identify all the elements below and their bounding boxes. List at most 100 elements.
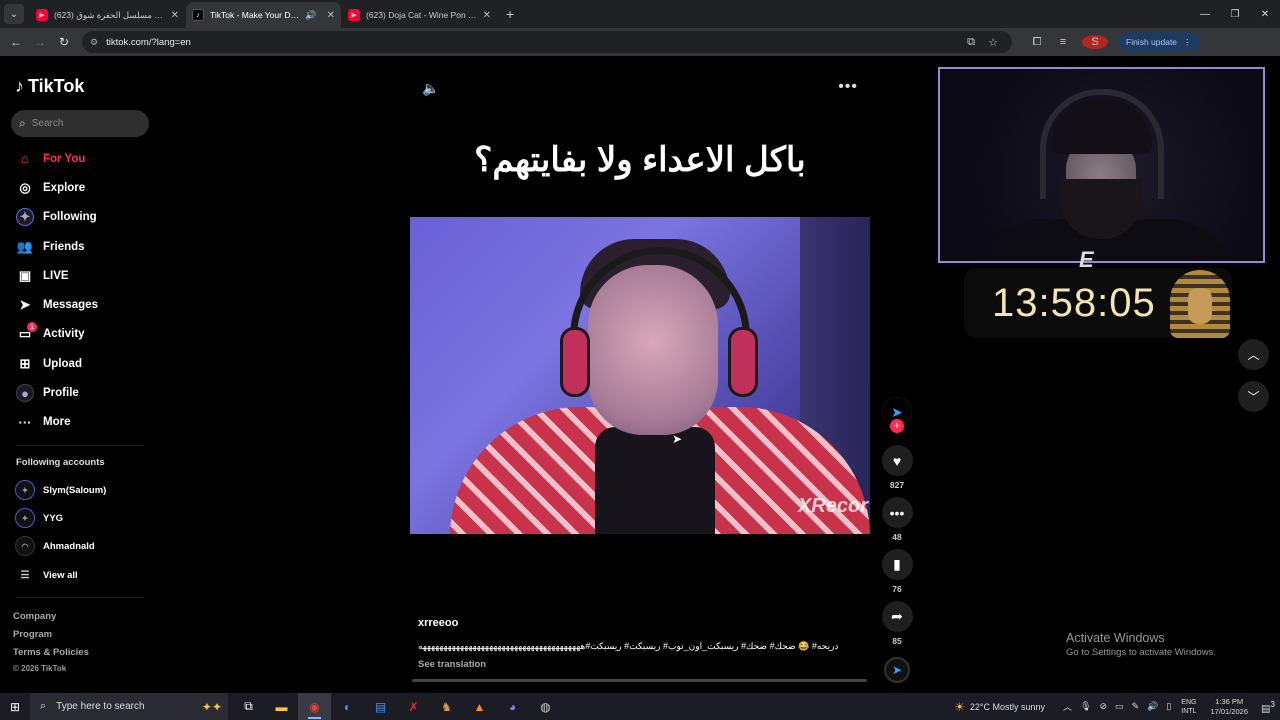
search-icon: ⌕ <box>40 700 47 712</box>
finish-update-button[interactable]: Finish update ⋮ <box>1118 32 1200 52</box>
taskbar-search-placeholder: Type here to search <box>56 701 145 712</box>
nav-friends[interactable]: 👥 Friends <box>16 232 156 261</box>
see-translation-link[interactable]: See translation <box>418 659 486 670</box>
bookmark-star-icon[interactable]: ☆ <box>982 36 1004 49</box>
game-icon[interactable]: ♞ <box>430 693 463 720</box>
tiktok-icon: ♪ <box>192 9 204 21</box>
youtube-icon: ▶ <box>348 9 360 21</box>
kebab-menu-icon[interactable]: ⋮ <box>1183 37 1192 48</box>
comment-button[interactable]: ••• 48 <box>881 497 913 542</box>
app-orange-icon[interactable]: ▲ <box>463 693 496 720</box>
save-button[interactable]: ▮ 76 <box>881 549 913 594</box>
forward-icon[interactable]: → <box>28 35 52 49</box>
extensions-icon[interactable]: ⧠ <box>1024 36 1050 49</box>
browser-tab-active[interactable]: ♪ TikTok - Make Your Day 🔊 ✕ <box>186 2 341 28</box>
nav-messages[interactable]: ➤ Messages <box>16 290 156 319</box>
bookmark-icon: ▮ <box>881 549 913 580</box>
share-button[interactable]: ➦ 85 <box>881 601 913 646</box>
video-progress-bar[interactable] <box>412 679 867 682</box>
more-options-icon[interactable]: ••• <box>838 78 858 96</box>
clock-date[interactable]: 1:36 PM 17/01/2026 <box>1210 697 1248 717</box>
discord-icon[interactable]: ◕ <box>496 693 529 720</box>
tray-chevron-icon[interactable]: ︿ <box>1063 700 1072 713</box>
back-icon[interactable]: ← <box>4 35 28 49</box>
app-red-icon[interactable]: ✗ <box>397 693 430 720</box>
weather-widget[interactable]: ☀ 22°C Mostly sunny <box>954 700 1045 714</box>
browser-tab[interactable]: ▶ (623) Doja Cat - Wine Pon You ✕ <box>342 2 497 28</box>
like-button[interactable]: ♥ 827 <box>881 445 913 490</box>
nav-explore[interactable]: ◎ Explore <box>16 173 156 202</box>
volume-icon[interactable]: 🔈 <box>422 80 439 97</box>
microphone-icon[interactable]: 🎙 <box>1080 701 1091 712</box>
tiktok-logo[interactable]: ♪ TikTok <box>15 76 84 97</box>
view-all-link[interactable]: ☰ View all <box>15 563 155 587</box>
share-count: 85 <box>892 636 902 646</box>
nav-for-you[interactable]: ⌂ For You <box>16 144 156 173</box>
following-account[interactable]: ✦ Slym(Saloum) <box>15 478 155 502</box>
mouse-cursor-icon: ➤ <box>672 432 683 446</box>
search-input[interactable]: ⌕ Search <box>11 110 149 137</box>
music-disc-icon[interactable]: ➤ <box>884 657 910 683</box>
close-window-icon[interactable]: ✕ <box>1250 0 1280 28</box>
next-video-button[interactable]: ﹀ <box>1238 381 1269 412</box>
close-tab-icon[interactable]: ✕ <box>483 10 491 21</box>
footer-company[interactable]: Company <box>13 611 56 622</box>
display-icon[interactable]: ▭ <box>1115 701 1124 712</box>
nav-upload[interactable]: ⊞ Upload <box>16 349 156 378</box>
windows-start-icon[interactable]: ⊞ <box>0 700 30 714</box>
following-account[interactable]: ◠ Ahmadnald <box>15 534 155 558</box>
obs-icon[interactable]: ◍ <box>529 693 562 720</box>
following-account[interactable]: ✦ YYG <box>15 506 155 530</box>
follow-plus-icon[interactable]: + <box>890 419 904 433</box>
notifications-icon[interactable]: ▤3 <box>1256 699 1280 714</box>
video-player[interactable]: XRecor <box>410 217 870 534</box>
install-app-icon[interactable]: ⧉ <box>960 36 982 49</box>
app-window-icon[interactable]: ▤ <box>364 693 397 720</box>
edge-icon[interactable]: ◐ <box>331 693 364 720</box>
share-arrow-icon: ➦ <box>881 601 913 632</box>
nav-following[interactable]: ✦ Following <box>16 203 156 232</box>
media-controls-icon[interactable]: ≡ <box>1050 36 1076 48</box>
nav-activity[interactable]: ▭ 1 Activity <box>16 320 156 349</box>
nav-live[interactable]: ▣ LIVE <box>16 261 156 290</box>
nav-label: Upload <box>43 357 82 370</box>
new-tab-icon[interactable]: + <box>506 6 514 22</box>
reload-icon[interactable]: ↻ <box>52 35 76 49</box>
speaker-icon[interactable]: 🔊 <box>305 10 316 21</box>
footer-terms[interactable]: Terms & Policies <box>13 647 89 658</box>
language-indicator[interactable]: ENG INTL <box>1181 698 1196 716</box>
nav-profile[interactable]: ● Profile <box>16 378 156 407</box>
profile-avatar-icon[interactable]: S <box>1082 35 1108 49</box>
chevron-up-icon: ︿ <box>1247 348 1260 362</box>
volume-icon[interactable]: 🔊 <box>1147 701 1158 712</box>
site-info-icon[interactable]: ⚙ <box>90 37 98 48</box>
video-author[interactable]: xrreeoo <box>418 617 458 629</box>
task-view-icon[interactable]: ⧉ <box>232 693 265 720</box>
clock-logo: E <box>1079 247 1094 272</box>
tab-search-button[interactable]: ⌄ <box>4 4 24 24</box>
nav-more[interactable]: ··· More <box>16 408 156 437</box>
close-tab-icon[interactable]: ✕ <box>171 10 179 21</box>
account-avatar: ✦ <box>15 480 35 500</box>
previous-video-button[interactable]: ︿ <box>1238 339 1269 370</box>
chrome-icon[interactable]: ◉ <box>298 693 331 720</box>
restore-icon[interactable]: ❐ <box>1220 0 1250 28</box>
taskbar-search[interactable]: ⌕ Type here to search ✦✦ <box>30 693 228 720</box>
file-explorer-icon[interactable]: ▬ <box>265 693 298 720</box>
account-avatar: ✦ <box>15 508 35 528</box>
footer-program[interactable]: Program <box>13 629 52 640</box>
browser-tab[interactable]: ▶ (623) اغنية مسلسل الحفرة شوق ✕ <box>30 2 185 28</box>
search-highlight-icon: ✦✦ <box>201 699 222 714</box>
close-tab-icon[interactable]: ✕ <box>327 10 335 21</box>
network-off-icon[interactable]: ⊘ <box>1100 701 1108 712</box>
battery-icon[interactable]: ▯ <box>1166 701 1171 712</box>
webcam-overlay <box>938 67 1265 263</box>
search-placeholder: Search <box>31 118 64 129</box>
address-bar[interactable]: ⚙ tiktok.com/?lang=en ⧉ ☆ <box>82 31 1012 53</box>
pen-icon[interactable]: ✎ <box>1132 701 1140 712</box>
system-time: 1:36 PM <box>1215 696 1244 706</box>
compass-icon: ◎ <box>19 179 31 195</box>
browser-tab-strip: ⌄ ▶ (623) اغنية مسلسل الحفرة شوق ✕ ♪ Tik… <box>0 0 1280 28</box>
minimize-icon[interactable]: — <box>1190 0 1220 28</box>
tab-title: (623) اغنية مسلسل الحفرة شوق <box>54 9 167 20</box>
